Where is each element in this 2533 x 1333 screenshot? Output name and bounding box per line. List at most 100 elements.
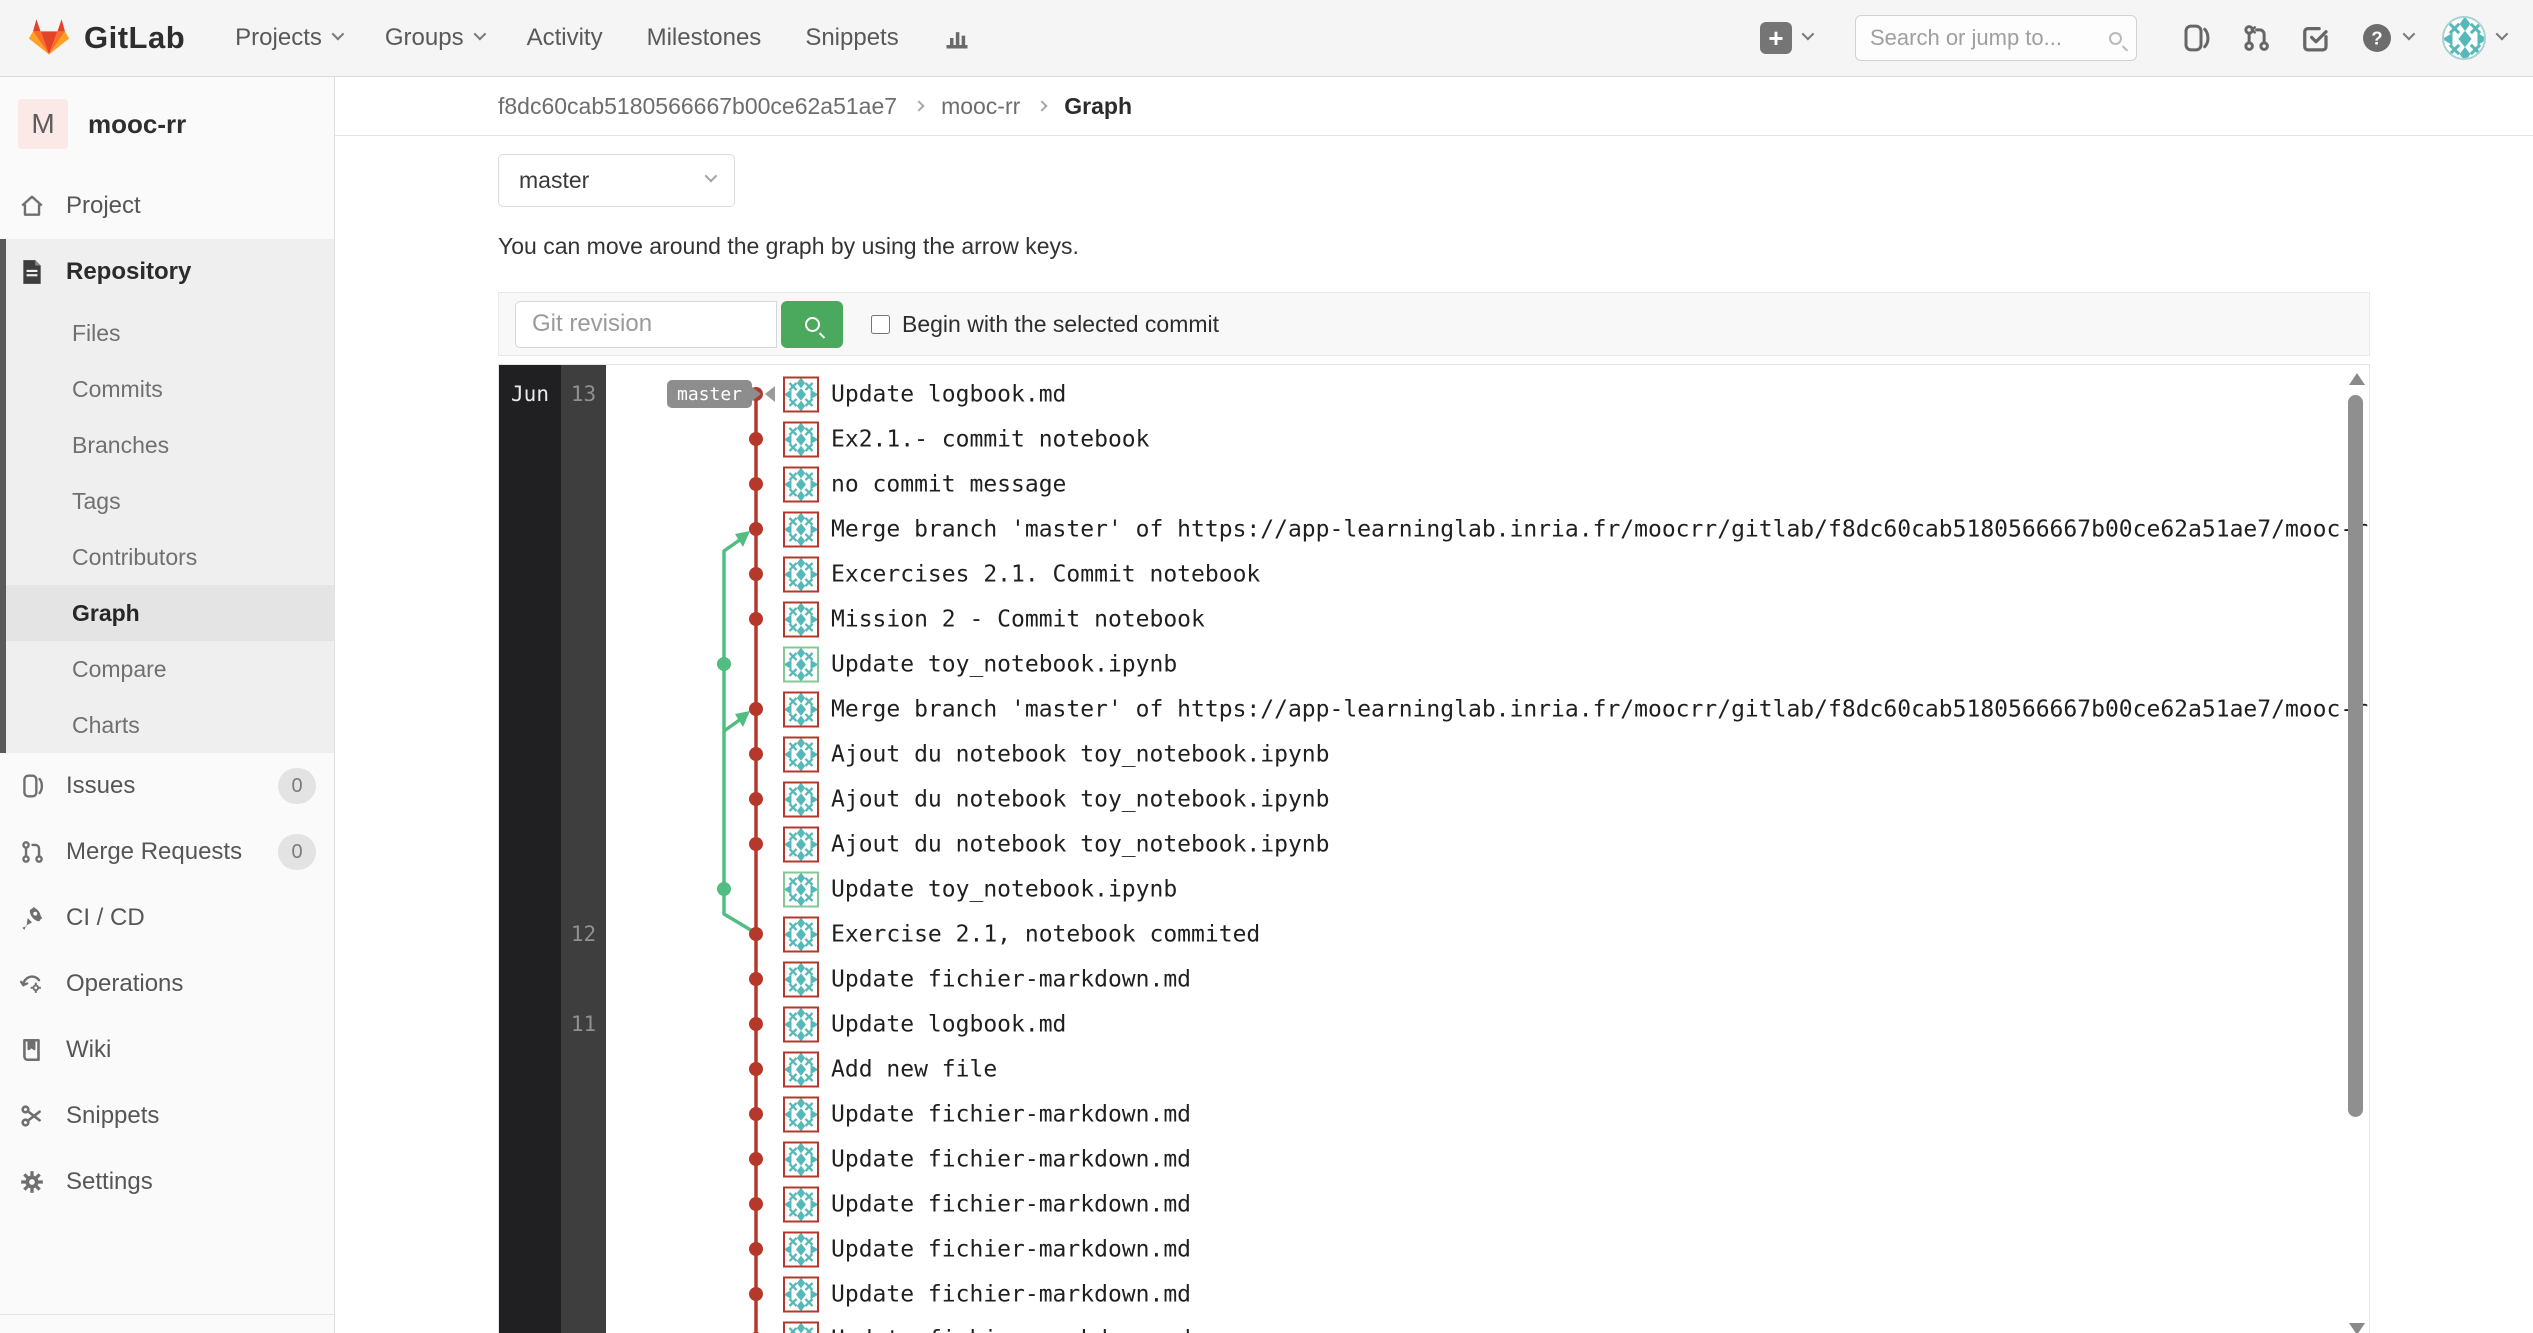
sidebar-item-merge-requests[interactable]: Merge Requests0: [0, 819, 334, 885]
chevron-down-icon: [473, 27, 486, 40]
sidebar-subitem-commits[interactable]: Commits: [6, 361, 334, 417]
commit-message[interactable]: Update logbook.md: [831, 1011, 1066, 1037]
committer-avatar[interactable]: [783, 1006, 819, 1042]
user-menu[interactable]: [2442, 16, 2505, 60]
begin-with-commit-checkbox[interactable]: [871, 315, 890, 334]
commit-message[interactable]: Update fichier-markdown.md: [831, 1101, 1191, 1127]
nav-activity[interactable]: Activity: [527, 24, 603, 52]
sidebar-item-issues[interactable]: Issues0: [0, 753, 334, 819]
begin-with-commit-label: Begin with the selected commit: [902, 311, 1219, 338]
sidebar-item-wiki[interactable]: Wiki: [0, 1017, 334, 1083]
commit-message[interactable]: Update fichier-markdown.md: [831, 1191, 1191, 1217]
project-header[interactable]: M mooc-rr: [0, 77, 334, 173]
sidebar-item-repository[interactable]: Repository: [6, 239, 334, 305]
committer-avatar[interactable]: [783, 1141, 819, 1177]
breadcrumb-separator-icon: [1037, 100, 1048, 111]
committer-avatar[interactable]: [783, 916, 819, 952]
graph-scrollbar-thumb[interactable]: [2348, 395, 2363, 1117]
breadcrumb-project-name[interactable]: mooc-rr: [941, 93, 1020, 120]
sidebar-subitem-charts[interactable]: Charts: [6, 697, 334, 753]
help-menu[interactable]: ?: [2361, 22, 2412, 54]
issues-icon[interactable]: [2181, 23, 2211, 53]
committer-avatar[interactable]: [783, 511, 819, 547]
commit-message[interactable]: Merge branch 'master' of https://app-lea…: [831, 696, 2370, 722]
committer-avatar[interactable]: [783, 691, 819, 727]
committer-avatar[interactable]: [783, 1231, 819, 1267]
committer-avatar[interactable]: [783, 1276, 819, 1312]
revision-search-button[interactable]: [781, 301, 843, 348]
commit-row: Update fichier-markdown.md: [783, 1137, 1191, 1182]
commit-message[interactable]: Update toy_notebook.ipynb: [831, 651, 1177, 677]
committer-avatar[interactable]: [783, 1051, 819, 1087]
committer-avatar[interactable]: [783, 466, 819, 502]
commit-message[interactable]: Exercise 2.1, notebook commited: [831, 921, 1260, 947]
committer-avatar[interactable]: [783, 601, 819, 637]
commit-message[interactable]: Update fichier-markdown.md: [831, 1326, 1191, 1333]
search-input[interactable]: [1870, 25, 2109, 51]
committer-avatar[interactable]: [783, 1096, 819, 1132]
committer-avatar[interactable]: [783, 646, 819, 682]
commit-message[interactable]: Add new file: [831, 1056, 997, 1082]
sidebar-subitem-graph[interactable]: Graph: [6, 585, 334, 641]
commit-message[interactable]: Update fichier-markdown.md: [831, 1281, 1191, 1307]
chevron-down-icon: [2403, 27, 2416, 40]
merge-request-icon[interactable]: [2241, 23, 2271, 53]
committer-avatar[interactable]: [783, 556, 819, 592]
nav-groups[interactable]: Groups: [385, 24, 483, 52]
commit-message[interactable]: Ex2.1.- commit notebook: [831, 426, 1150, 452]
sidebar-subitem-contributors[interactable]: Contributors: [6, 529, 334, 585]
committer-avatar[interactable]: [783, 871, 819, 907]
nav-projects[interactable]: Projects: [235, 24, 341, 52]
collapse-sidebar-button[interactable]: Collapse sidebar: [0, 1315, 334, 1333]
committer-avatar[interactable]: [783, 736, 819, 772]
sidebar-item-operations[interactable]: Operations: [0, 951, 334, 1017]
bar-chart-icon[interactable]: [943, 24, 971, 52]
commit-message[interactable]: no commit message: [831, 471, 1066, 497]
commit-row: Update logbook.md: [783, 1002, 1066, 1047]
breadcrumb-project-hash[interactable]: f8dc60cab5180566667b00ce62a51ae7: [498, 93, 897, 120]
top-navbar: GitLab Projects Groups Activity Mileston…: [0, 0, 2533, 77]
committer-avatar[interactable]: [783, 961, 819, 997]
commit-message[interactable]: Excercises 2.1. Commit notebook: [831, 561, 1260, 587]
committer-avatar[interactable]: [783, 781, 819, 817]
committer-avatar[interactable]: [783, 1321, 819, 1333]
graph-scroll-up-icon[interactable]: [2349, 373, 2365, 385]
todo-check-icon[interactable]: [2301, 23, 2331, 53]
commit-message[interactable]: Update fichier-markdown.md: [831, 966, 1191, 992]
committer-avatar[interactable]: [783, 376, 819, 412]
commit-row: Merge branch 'master' of https://app-lea…: [783, 507, 2370, 552]
commit-message[interactable]: Merge branch 'master' of https://app-lea…: [831, 516, 2370, 542]
operations-icon: [18, 971, 46, 997]
commit-message[interactable]: Mission 2 - Commit notebook: [831, 606, 1205, 632]
committer-avatar[interactable]: [783, 421, 819, 457]
sidebar-item-project[interactable]: Project: [0, 173, 334, 239]
sidebar-subitem-branches[interactable]: Branches: [6, 417, 334, 473]
nav-milestones[interactable]: Milestones: [647, 24, 762, 52]
commit-message[interactable]: Ajout du notebook toy_notebook.ipynb: [831, 831, 1330, 857]
sidebar-item-settings[interactable]: Settings: [0, 1149, 334, 1215]
sidebar-subitem-files[interactable]: Files: [6, 305, 334, 361]
commit-message[interactable]: Ajout du notebook toy_notebook.ipynb: [831, 741, 1330, 767]
branch-selector[interactable]: master: [498, 154, 735, 207]
sidebar-item-ci-cd[interactable]: CI / CD: [0, 885, 334, 951]
nav-snippets[interactable]: Snippets: [805, 24, 898, 52]
commit-message[interactable]: Update logbook.md: [831, 381, 1066, 407]
ci-cd-icon: [18, 905, 46, 931]
graph-scroll-down-icon[interactable]: [2349, 1323, 2365, 1333]
commit-row: no commit message: [783, 462, 1066, 507]
commit-row: Update fichier-markdown.md: [783, 1182, 1191, 1227]
repository-icon: [18, 259, 46, 285]
commit-message[interactable]: Update fichier-markdown.md: [831, 1236, 1191, 1262]
sidebar-subitem-tags[interactable]: Tags: [6, 473, 334, 529]
commit-message[interactable]: Update fichier-markdown.md: [831, 1146, 1191, 1172]
new-menu[interactable]: +: [1760, 22, 1811, 54]
sidebar-item-snippets[interactable]: Snippets: [0, 1083, 334, 1149]
gitlab-logo[interactable]: GitLab: [28, 16, 185, 61]
commit-message[interactable]: Ajout du notebook toy_notebook.ipynb: [831, 786, 1330, 812]
commit-message[interactable]: Update toy_notebook.ipynb: [831, 876, 1177, 902]
git-revision-input[interactable]: [515, 301, 777, 348]
committer-avatar[interactable]: [783, 1186, 819, 1222]
sidebar-subitem-compare[interactable]: Compare: [6, 641, 334, 697]
committer-avatar[interactable]: [783, 826, 819, 862]
user-avatar: [2442, 16, 2486, 60]
